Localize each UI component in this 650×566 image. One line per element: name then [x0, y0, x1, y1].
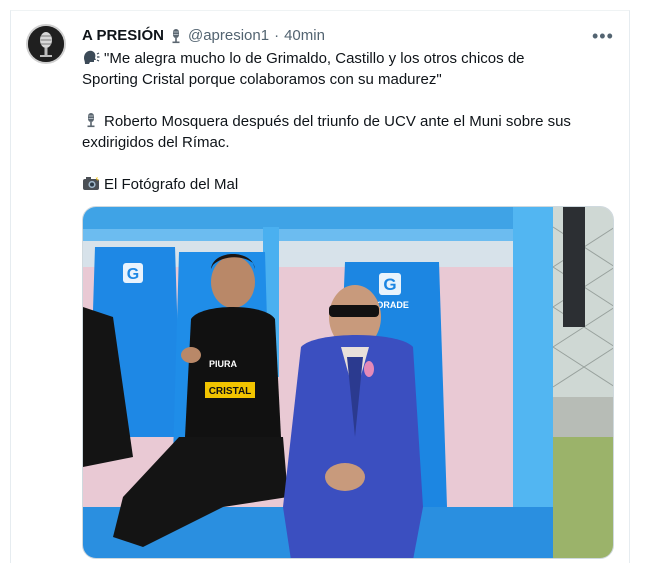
tweet-header: A PRESIÓN @apresion1 · 40min [82, 27, 325, 44]
tweet-line-3: Roberto Mosquera después del triunfo de … [104, 113, 571, 130]
tweet-line-4: exdirigidos del Rímac. [82, 134, 230, 151]
jacket-text: CRISTAL [209, 386, 252, 397]
tweet-line-1: "Me alegra mucho lo de Grimaldo, Castill… [104, 50, 525, 67]
author-name[interactable]: A PRESIÓN [82, 27, 164, 44]
seat-logo-right: G [383, 275, 396, 294]
jacket-sponsor: PIURA [209, 359, 238, 369]
dugout-photo: G G TORADE CRISTAL PIURA [83, 207, 613, 558]
tweet-line-2: Sporting Cristal porque colaboramos con … [82, 71, 442, 88]
attribution-line: Roberto Mosquera después del triunfo de … [82, 111, 612, 132]
speaking-head-icon [84, 50, 100, 64]
tweet-photo[interactable]: G G TORADE CRISTAL PIURA [82, 206, 614, 559]
camera-flash-icon [83, 176, 99, 190]
microphone-icon [87, 113, 95, 128]
more-options-icon[interactable]: ••• [592, 26, 614, 47]
tweet-line-5: El Fotógrafo del Mal [104, 176, 239, 193]
author-handle[interactable]: @apresion1 [188, 27, 269, 44]
seat-logo-left: G [127, 266, 139, 283]
avatar[interactable] [26, 24, 66, 64]
tweet-text: "Me alegra mucho lo de Grimaldo, Castill… [82, 48, 612, 195]
timestamp[interactable]: 40min [284, 27, 325, 44]
quote-line-1: "Me alegra mucho lo de Grimaldo, Castill… [82, 48, 612, 69]
microphone-icon [172, 28, 180, 43]
photographer-line: El Fotógrafo del Mal [82, 174, 612, 195]
microphone-avatar-icon [28, 26, 64, 62]
separator-dot: · [274, 27, 280, 44]
